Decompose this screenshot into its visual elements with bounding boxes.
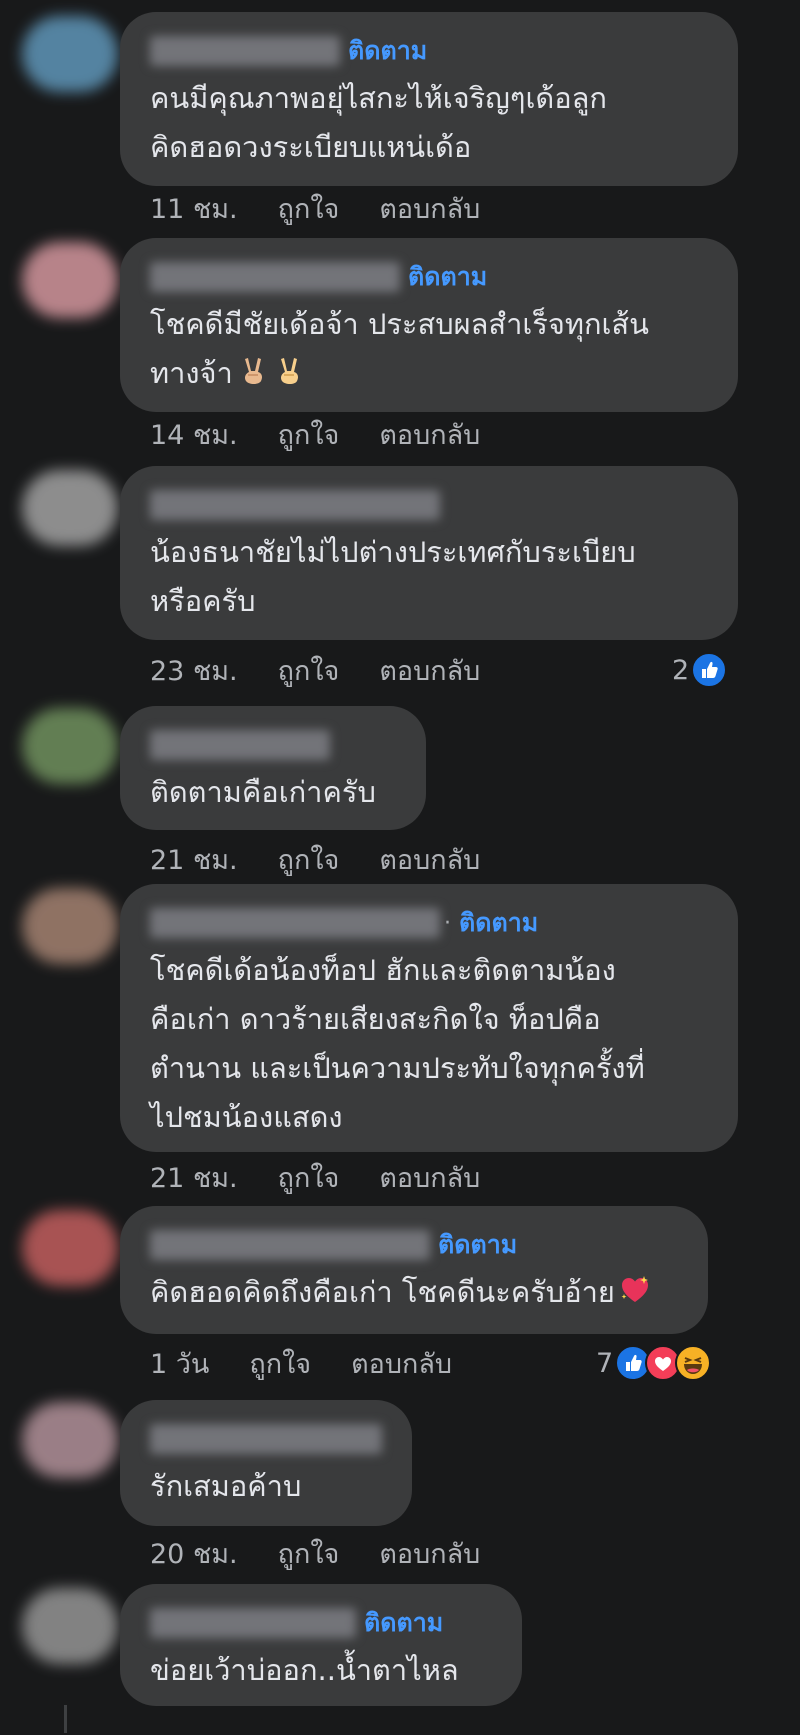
comment-meta: 21 ชม. ถูกใจ ตอบกลับ bbox=[150, 842, 480, 876]
author-row: ติดตาม bbox=[150, 1228, 680, 1262]
comment-meta: 20 ชม. ถูกใจ ตอบกลับ bbox=[150, 1536, 480, 1570]
author-row: · ติดตาม bbox=[150, 906, 710, 940]
comment-time[interactable]: 14 ชม. bbox=[150, 413, 238, 456]
reply-thread-line bbox=[64, 1705, 67, 1733]
comment-text: ข่อยเว้าบ่ออก..น้ำตาไหล bbox=[150, 1653, 459, 1687]
reply-link[interactable]: ตอบกลับ bbox=[351, 1342, 452, 1385]
author-name-blurred[interactable] bbox=[150, 36, 340, 66]
reaction-count: 2 bbox=[672, 654, 690, 686]
comment-text: โชคดีเด้อน้องท็อป ฮักและติดตามน้อง คือเก… bbox=[150, 953, 645, 1134]
comment-meta: 23 ชม. ถูกใจ ตอบกลับ bbox=[150, 653, 480, 687]
reply-link[interactable]: ตอบกลับ bbox=[379, 1156, 480, 1199]
author-name-blurred[interactable] bbox=[150, 1608, 356, 1638]
author-name-blurred[interactable] bbox=[150, 730, 330, 760]
reply-link[interactable]: ตอบกลับ bbox=[379, 413, 480, 456]
author-row bbox=[150, 728, 398, 762]
comment-bubble: ติดตาม โชคดีมีชัยเด้อจ้า ประสบผลสำเร็จทุ… bbox=[120, 238, 738, 412]
reply-link[interactable]: ตอบกลับ bbox=[379, 1532, 480, 1575]
author-name-blurred[interactable] bbox=[150, 1230, 430, 1260]
like-link[interactable]: ถูกใจ bbox=[278, 1156, 340, 1199]
comment-time[interactable]: 1 วัน bbox=[150, 1342, 209, 1385]
follow-link[interactable]: ติดตาม bbox=[438, 1225, 517, 1265]
victory-hand-icon bbox=[280, 358, 298, 384]
author-row bbox=[150, 488, 710, 522]
comment-meta: 1 วัน ถูกใจ ตอบกลับ bbox=[150, 1346, 452, 1380]
comment-text: รักเสมอค้าบ bbox=[150, 1469, 302, 1503]
comment-time[interactable]: 21 ชม. bbox=[150, 1156, 238, 1199]
haha-reaction-icon bbox=[675, 1345, 712, 1381]
author-name-blurred[interactable] bbox=[150, 490, 440, 520]
comment-text-body: โชคดีมีชัยเด้อจ้า ประสบผลสำเร็จทุกเส้น ท… bbox=[150, 307, 649, 390]
comment-text-body: คิดฮอดคิดถึงคือเก่า โชคดีนะครับอ้าย bbox=[150, 1275, 615, 1309]
avatar[interactable] bbox=[22, 1402, 118, 1478]
like-link[interactable]: ถูกใจ bbox=[278, 187, 340, 230]
avatar[interactable] bbox=[22, 1588, 118, 1664]
like-reaction-icon bbox=[691, 652, 728, 688]
comment-meta: 21 ชม. ถูกใจ ตอบกลับ bbox=[150, 1160, 480, 1194]
comment-text: โชคดีมีชัยเด้อจ้า ประสบผลสำเร็จทุกเส้น ท… bbox=[150, 300, 710, 398]
follow-link[interactable]: ติดตาม bbox=[408, 257, 487, 297]
like-link[interactable]: ถูกใจ bbox=[278, 649, 340, 692]
author-row bbox=[150, 1422, 384, 1456]
comment-meta: 11 ชม. ถูกใจ ตอบกลับ bbox=[150, 191, 480, 225]
avatar[interactable] bbox=[22, 888, 118, 964]
comment-bubble: · ติดตาม โชคดีเด้อน้องท็อป ฮักและติดตามน… bbox=[120, 884, 738, 1152]
comment-time[interactable]: 21 ชม. bbox=[150, 838, 238, 881]
comment-meta: 14 ชม. ถูกใจ ตอบกลับ bbox=[150, 417, 480, 451]
comment-time[interactable]: 11 ชม. bbox=[150, 187, 238, 230]
like-link[interactable]: ถูกใจ bbox=[249, 1342, 311, 1385]
sparkling-heart-icon bbox=[621, 1276, 648, 1302]
reaction-count: 7 bbox=[596, 1347, 614, 1379]
comment-text: น้องธนาชัยไม่ไปต่างประเทศกับระเบียบ หรือ… bbox=[150, 535, 636, 618]
comment-bubble: ติดตาม คนมีคุณภาพอยุ่ไสกะไห้เจริญๆเด้อลู… bbox=[120, 12, 738, 186]
reply-link[interactable]: ตอบกลับ bbox=[379, 649, 480, 692]
comment-bubble: ติดตาม ข่อยเว้าบ่ออก..น้ำตาไหล bbox=[120, 1584, 522, 1706]
follow-link[interactable]: ติดตาม bbox=[459, 903, 538, 943]
comment-bubble: น้องธนาชัยไม่ไปต่างประเทศกับระเบียบ หรือ… bbox=[120, 466, 738, 640]
victory-hand-icon bbox=[244, 358, 262, 384]
comment-text: คนมีคุณภาพอยุ่ไสกะไห้เจริญๆเด้อลูก คิดฮอ… bbox=[150, 81, 607, 164]
reply-link[interactable]: ตอบกลับ bbox=[379, 187, 480, 230]
comment-bubble: รักเสมอค้าบ bbox=[120, 1400, 412, 1526]
reply-link[interactable]: ตอบกลับ bbox=[379, 838, 480, 881]
comment-text: คิดฮอดคิดถึงคือเก่า โชคดีนะครับอ้าย bbox=[150, 1268, 680, 1317]
author-name-blurred[interactable] bbox=[150, 262, 400, 292]
author-row: ติดตาม bbox=[150, 1606, 494, 1640]
avatar[interactable] bbox=[22, 1210, 118, 1286]
reaction-summary[interactable]: 7 bbox=[596, 1343, 712, 1383]
like-link[interactable]: ถูกใจ bbox=[278, 1532, 340, 1575]
avatar[interactable] bbox=[22, 16, 118, 92]
comment-bubble: ติดตามคือเก่าครับ bbox=[120, 706, 426, 830]
like-link[interactable]: ถูกใจ bbox=[278, 413, 340, 456]
avatar[interactable] bbox=[22, 708, 118, 784]
author-name-blurred[interactable] bbox=[150, 1424, 382, 1454]
like-link[interactable]: ถูกใจ bbox=[278, 838, 340, 881]
separator-dot: · bbox=[444, 910, 451, 936]
follow-link[interactable]: ติดตาม bbox=[348, 31, 427, 71]
follow-link[interactable]: ติดตาม bbox=[364, 1603, 443, 1643]
comment-bubble: ติดตาม คิดฮอดคิดถึงคือเก่า โชคดีนะครับอ้… bbox=[120, 1206, 708, 1334]
author-row: ติดตาม bbox=[150, 260, 710, 294]
reaction-summary[interactable]: 2 bbox=[672, 650, 728, 690]
avatar[interactable] bbox=[22, 242, 118, 318]
comment-time[interactable]: 23 ชม. bbox=[150, 649, 238, 692]
comment-text: ติดตามคือเก่าครับ bbox=[150, 775, 376, 809]
author-name-blurred[interactable] bbox=[150, 908, 440, 938]
comment-time[interactable]: 20 ชม. bbox=[150, 1532, 238, 1575]
avatar[interactable] bbox=[22, 470, 118, 546]
author-row: ติดตาม bbox=[150, 34, 710, 68]
